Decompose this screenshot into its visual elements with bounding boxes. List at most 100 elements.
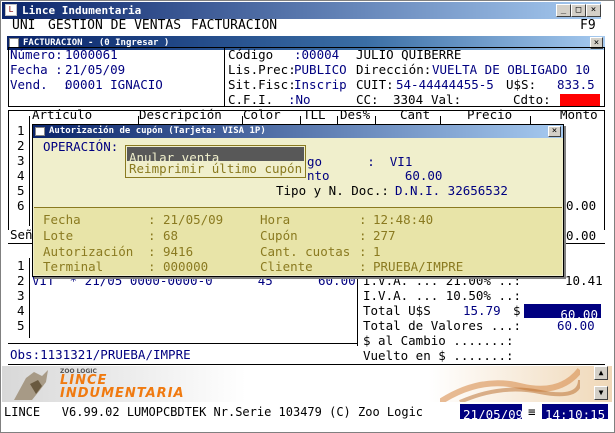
cfi-value[interactable]: :No (288, 93, 311, 107)
detail-cliente-label: Cliente (260, 259, 313, 274)
app-title: Lince Indumentaria (22, 4, 142, 17)
valores-label: Total de Valores ...: (363, 318, 522, 333)
cuit-value: 54-44444455-5 (396, 77, 494, 92)
close-icon[interactable]: × (586, 4, 601, 17)
vend-label: Vend. : (10, 77, 71, 92)
detail-fecha-label: Fecha (43, 212, 81, 227)
obs-line (8, 343, 357, 344)
senas-label: Señ (10, 227, 33, 242)
scroll-down-icon[interactable]: ▼ (594, 386, 608, 400)
header-divider (224, 47, 225, 107)
sitfisc-value[interactable]: Inscrip (294, 78, 347, 92)
detail-fecha-value: 21/05/09 (163, 212, 224, 227)
lion-logo-icon (12, 366, 56, 402)
cc-value: 3304 (393, 92, 424, 107)
maximize-icon[interactable]: □ (571, 4, 586, 17)
grid-row-number: 2 (17, 138, 25, 153)
scroll-up-icon[interactable]: ▲ (594, 366, 608, 380)
detail-terminal-value: 000000 (163, 259, 209, 274)
grid-row-number: 6 (17, 198, 25, 213)
decorative-swirl-icon (438, 366, 583, 405)
col-monto: Monto (560, 107, 598, 122)
right-value-1: 0.00 (566, 198, 597, 213)
pay-row-number: 2 (17, 273, 25, 288)
total-field[interactable]: 60.00 (524, 304, 601, 322)
detail-colon: : (148, 244, 156, 259)
menu-item-uni[interactable]: UNI (12, 19, 35, 33)
right-value-2: 0.00 (566, 228, 597, 243)
col-des: Des% (340, 107, 371, 122)
cc-label: CC: (356, 92, 379, 107)
total-uss: 15.79 (463, 303, 501, 318)
detail-terminal-label: Terminal (43, 259, 104, 274)
status-date: 21/05/09 (463, 407, 524, 422)
lisprec-value[interactable]: PUBLICO (294, 63, 347, 77)
col-precio: Precio (467, 107, 513, 122)
detail-autorizacion-label: Autorización (43, 244, 134, 259)
detail-hora-label: Hora (260, 212, 291, 227)
numero-label: Número: (10, 47, 63, 62)
detail-colon: : (148, 228, 156, 243)
f9-key[interactable]: F9 (580, 19, 596, 33)
col-tll: TLL (303, 107, 326, 122)
direccion-value: VUELTA DE OBLIGADO 10 (432, 62, 591, 77)
iva2-label: I.V.A. ... 10.50% ..: (363, 288, 522, 303)
bottom-line (8, 364, 605, 365)
vend-value[interactable]: 00001 IGNACIO (65, 78, 163, 92)
grid-col-line (29, 116, 30, 226)
behind-line-2: nto 60.00 (307, 168, 443, 183)
iva1-value: 10.41 (565, 273, 603, 288)
option-reimprimir-cupon[interactable]: Reimprimir último cupón (129, 162, 302, 176)
detail-cliente-value: PRUEBA/IMPRE (373, 259, 464, 274)
cdto-label: Cdto: (513, 92, 551, 107)
pay-col-line (29, 258, 30, 338)
tipo-value: D.N.I. 32656532 (395, 183, 508, 198)
numero-value[interactable]: 1000061 (65, 48, 118, 62)
grid-row-number: 1 (17, 123, 25, 138)
direccion-label: Dirección: (356, 62, 432, 77)
vuelto-label: Vuelto en $ .......: (363, 348, 514, 363)
brand-line2: INDUMENTARIA (60, 386, 185, 401)
col-cant: Cant (400, 107, 431, 122)
uss-value: 833.5 (557, 77, 595, 92)
grid-row-number: 5 (17, 183, 25, 198)
total-label: Total U$S (363, 303, 431, 318)
status-sep: ≡ (528, 404, 536, 419)
cfi-label: C.F.I. (228, 92, 274, 107)
val-label: Val: (431, 92, 462, 107)
uss-label: U$S: (506, 77, 537, 92)
tipo-label: Tipo y N. Doc.: (276, 183, 389, 198)
dialog-icon (35, 127, 45, 136)
pay-row-number: 4 (17, 303, 25, 318)
detail-lote-label: Lote (43, 228, 74, 243)
pay-row-number: 5 (17, 318, 25, 333)
col-descripcion: Descripción (139, 107, 222, 122)
status-text: LINCE V6.99.02 LUMOPCBDTEK Nr.Serie 1034… (4, 405, 424, 419)
sitfisc-label: Sit.Fisc: (228, 77, 296, 92)
minimize-icon[interactable]: _ (556, 4, 571, 17)
pay-row-number: 3 (17, 288, 25, 303)
detail-colon: : (148, 259, 156, 274)
option-anular-venta[interactable]: Anular venta (127, 147, 304, 165)
codigo-value[interactable]: :00004 (294, 48, 339, 62)
dialog-close-icon[interactable]: × (548, 126, 561, 137)
codigo-label: Código (228, 47, 274, 62)
app-titlebar: Lince Indumentaria (2, 2, 601, 19)
obs-field[interactable]: Obs:1131321/PRUEBA/IMPRE (10, 348, 191, 362)
menu-item-gestion[interactable]: GESTION DE VENTAS (48, 19, 181, 33)
detail-colon: : (148, 212, 156, 227)
status-date-box: 21/05/09 (460, 404, 524, 422)
detail-autorizacion-value: 9416 (163, 244, 194, 259)
detail-colon: : (359, 244, 367, 259)
cdto-field[interactable] (560, 94, 600, 106)
detail-colon: : (359, 212, 367, 227)
status-time-box: 14:10:15 (542, 404, 608, 422)
fecha-value[interactable]: 21/05/09 (65, 63, 125, 77)
total-sign: $ (513, 303, 521, 318)
col-articulo: Artículo (32, 107, 93, 122)
menu-item-facturacion[interactable]: FACTURACION (191, 19, 277, 33)
detail-cuotas-label: Cant. cuotas (260, 244, 351, 259)
grid-row-number: 3 (17, 153, 25, 168)
detail-cupon-value: 277 (373, 228, 396, 243)
status-time: 14:10:15 (545, 407, 606, 422)
